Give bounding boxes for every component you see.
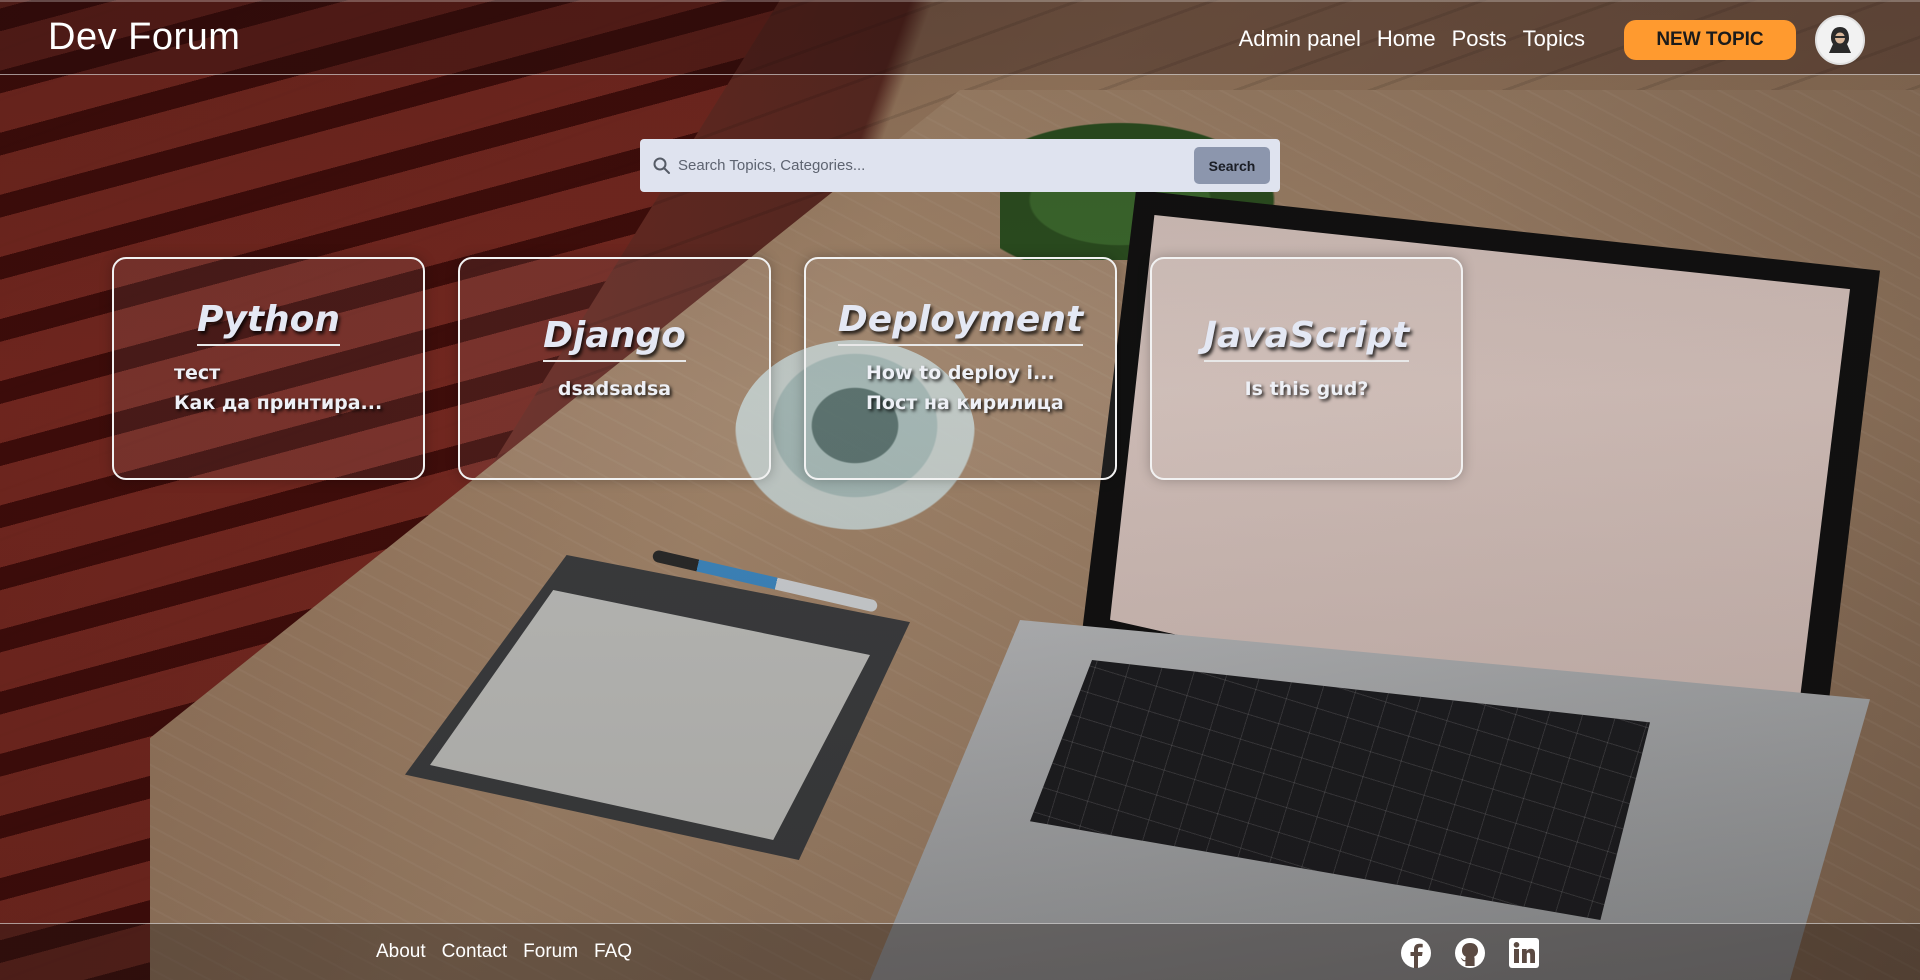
footer-link-forum[interactable]: Forum: [523, 941, 578, 963]
topic-card-javascript[interactable]: JavaScript Is this gud?: [1150, 257, 1463, 480]
topic-post-link[interactable]: Как да принтира...: [174, 392, 382, 414]
footer-links: About Contact Forum FAQ: [376, 941, 632, 963]
linkedin-icon[interactable]: [1508, 937, 1540, 969]
search-icon: [653, 157, 670, 174]
brand-logo[interactable]: Dev Forum: [48, 16, 240, 59]
user-avatar-button[interactable]: [1815, 15, 1865, 65]
footer-link-about[interactable]: About: [376, 941, 426, 963]
nav-admin-panel[interactable]: Admin panel: [1239, 26, 1361, 52]
search-input[interactable]: [678, 147, 1198, 184]
topic-post-list: How to deploy i... Пост на кирилица: [806, 362, 1115, 414]
user-avatar-icon: [1829, 27, 1851, 53]
topic-title[interactable]: Django: [543, 315, 686, 362]
nav-home[interactable]: Home: [1377, 26, 1436, 52]
topic-post-list: тест Как да принтира...: [114, 362, 423, 414]
search-bar: Search: [640, 139, 1280, 192]
topic-post-link[interactable]: Is this gud?: [1245, 378, 1369, 400]
topic-title[interactable]: Python: [196, 299, 341, 346]
topic-title[interactable]: JavaScript: [1203, 315, 1410, 362]
nav-posts[interactable]: Posts: [1452, 26, 1507, 52]
footer-link-faq[interactable]: FAQ: [594, 941, 632, 963]
topic-post-list: dsadsadsa: [460, 378, 769, 400]
topic-title[interactable]: Deployment: [837, 299, 1084, 346]
topic-post-link[interactable]: Пост на кирилица: [866, 392, 1064, 414]
new-topic-button[interactable]: NEW TOPIC: [1624, 20, 1796, 60]
topic-cards: Python тест Как да принтира... Django ds…: [112, 257, 1463, 480]
nav-topics[interactable]: Topics: [1523, 26, 1585, 52]
topic-post-list: Is this gud?: [1152, 378, 1461, 400]
social-links: [1400, 937, 1540, 969]
top-navbar: Dev Forum Admin panel Home Posts Topics …: [0, 0, 1920, 75]
search-button[interactable]: Search: [1194, 147, 1270, 184]
topic-post-link[interactable]: тест: [174, 362, 220, 384]
topic-post-link[interactable]: How to deploy i...: [866, 362, 1055, 384]
facebook-icon[interactable]: [1400, 937, 1432, 969]
footer-link-contact[interactable]: Contact: [442, 941, 507, 963]
main-nav: Admin panel Home Posts Topics: [1239, 26, 1585, 52]
github-icon[interactable]: [1454, 937, 1486, 969]
topic-post-link[interactable]: dsadsadsa: [558, 378, 671, 400]
topic-card-python[interactable]: Python тест Как да принтира...: [112, 257, 425, 480]
page-footer: About Contact Forum FAQ: [0, 923, 1920, 980]
topic-card-deployment[interactable]: Deployment How to deploy i... Пост на ки…: [804, 257, 1117, 480]
topic-card-django[interactable]: Django dsadsadsa: [458, 257, 771, 480]
